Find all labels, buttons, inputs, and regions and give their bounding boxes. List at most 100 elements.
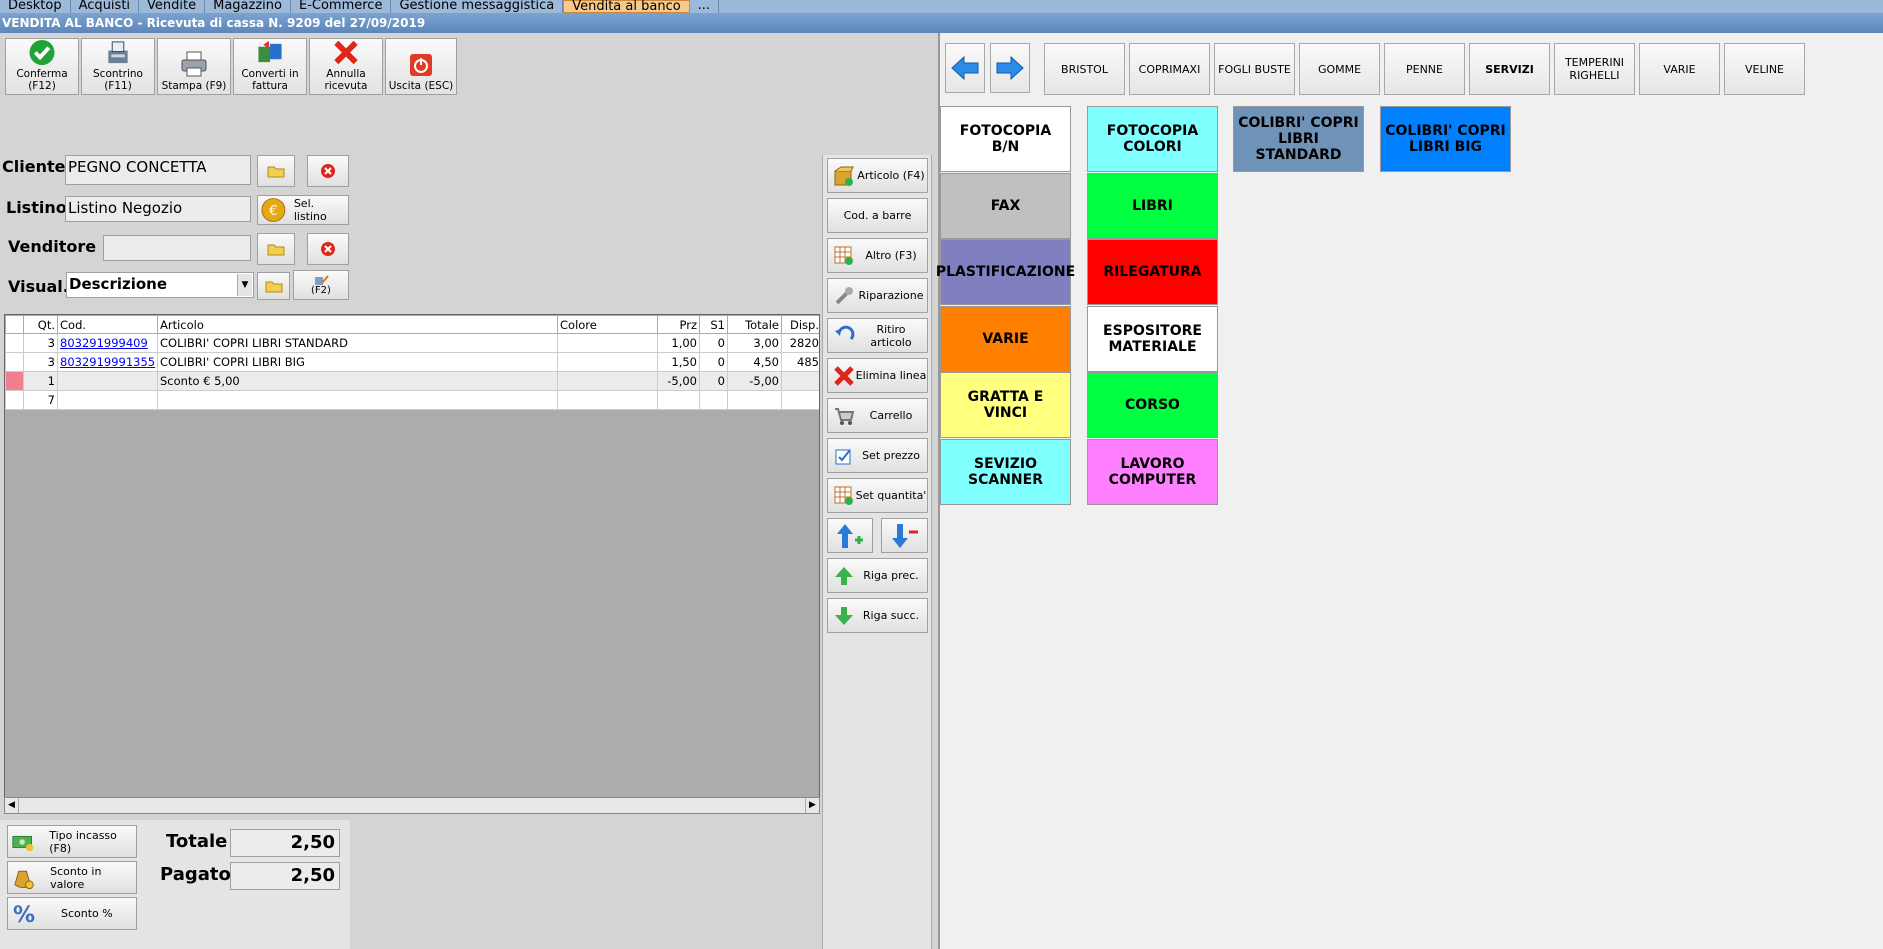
cell-totale[interactable]: 3,00 xyxy=(727,333,782,353)
cell-s1[interactable]: 0 xyxy=(699,371,728,391)
category-penne[interactable]: PENNE xyxy=(1384,43,1465,95)
tab-desktop[interactable]: Desktop xyxy=(0,0,71,13)
cell-totale[interactable]: -5,00 xyxy=(727,371,782,391)
cell-articolo[interactable]: COLIBRI' COPRI LIBRI BIG xyxy=(157,352,558,372)
product-varie[interactable]: VARIE xyxy=(940,306,1071,372)
cell-qt[interactable]: 1 xyxy=(23,371,58,391)
product-sevizio-scanner[interactable]: SEVIZIO SCANNER xyxy=(940,439,1071,505)
cliente-clear-button[interactable] xyxy=(307,155,349,187)
increase-quantity-button[interactable] xyxy=(827,518,873,553)
cell-totale[interactable]: 4,50 xyxy=(727,352,782,372)
category-bristol[interactable]: BRISTOL xyxy=(1044,43,1125,95)
ritiro-articolo-button[interactable]: Ritiro articolo xyxy=(827,318,928,353)
cell-prz[interactable]: 1,00 xyxy=(657,333,700,353)
category-coprimaxi[interactable]: COPRIMAXI xyxy=(1129,43,1210,95)
venditore-clear-button[interactable] xyxy=(307,233,349,265)
table-row[interactable]: 1 Sconto € 5,00 -5,00 0 -5,00 xyxy=(5,371,819,391)
cell-qt[interactable]: 7 xyxy=(23,390,58,410)
category-temperini-righelli[interactable]: TEMPERINI RIGHELLI xyxy=(1554,43,1635,95)
stampa-button[interactable]: Stampa (F9) xyxy=(157,38,231,95)
tab-acquisti[interactable]: Acquisti xyxy=(71,0,140,13)
cell-colore[interactable] xyxy=(557,352,658,372)
cell-totale[interactable] xyxy=(727,390,782,410)
cell-disp[interactable]: 2820 xyxy=(781,333,819,353)
listino-field[interactable]: Listino Negozio xyxy=(65,196,251,222)
cod-link[interactable]: 8032919991355 xyxy=(60,355,155,369)
articolo-button[interactable]: Articolo (F4) xyxy=(827,158,928,193)
cliente-browse-button[interactable] xyxy=(257,155,295,187)
cell-cod[interactable] xyxy=(57,371,158,391)
table-row[interactable]: 7 xyxy=(5,390,819,410)
category-gomme[interactable]: GOMME xyxy=(1299,43,1380,95)
altro-button[interactable]: Altro (F3) xyxy=(827,238,928,273)
tipo-incasso-button[interactable]: Tipo incasso (F8) xyxy=(7,825,137,858)
category-prev-button[interactable] xyxy=(945,43,985,93)
converti-fattura-button[interactable]: Converti in fattura xyxy=(233,38,307,95)
tab-e-commerce[interactable]: E-Commerce xyxy=(291,0,392,13)
f2-button[interactable]: (F2) xyxy=(293,270,349,300)
sel-listino-button[interactable]: € Sel. listino xyxy=(257,195,349,225)
riga-succ-button[interactable]: Riga succ. xyxy=(827,598,928,633)
cell-cod[interactable]: 8032919991355 xyxy=(57,352,158,372)
venditore-field[interactable] xyxy=(103,235,251,261)
col-header-disp[interactable]: Disp. xyxy=(781,315,819,334)
scontrino-button[interactable]: Scontrino (F11) xyxy=(81,38,155,95)
cell-articolo[interactable]: Sconto € 5,00 xyxy=(157,371,558,391)
chevron-down-icon[interactable]: ▼ xyxy=(237,274,252,296)
cell-prz[interactable]: 1,50 xyxy=(657,352,700,372)
category-veline[interactable]: VELINE xyxy=(1724,43,1805,95)
decrease-quantity-button[interactable] xyxy=(881,518,928,553)
visual-select[interactable]: Descrizione ▼ xyxy=(66,272,254,298)
col-header-totale[interactable]: Totale xyxy=(727,315,782,334)
cell-qt[interactable]: 3 xyxy=(23,352,58,372)
category-fogli-buste[interactable]: FOGLI BUSTE xyxy=(1214,43,1295,95)
cell-disp[interactable] xyxy=(781,371,819,391)
product-corso[interactable]: CORSO xyxy=(1087,372,1218,438)
cell-colore[interactable] xyxy=(557,333,658,353)
category-varie[interactable]: VARIE xyxy=(1639,43,1720,95)
product-libri[interactable]: LIBRI xyxy=(1087,173,1218,239)
col-header-s1[interactable]: S1 xyxy=(699,315,728,334)
scroll-right-arrow-icon[interactable]: ▶ xyxy=(805,798,819,813)
sconto-percentuale-button[interactable]: % Sconto % xyxy=(7,897,137,930)
riparazione-button[interactable]: Riparazione xyxy=(827,278,928,313)
product-fotocopia-bn[interactable]: FOTOCOPIA B/N xyxy=(940,106,1071,172)
col-header-articolo[interactable]: Articolo xyxy=(157,315,558,334)
col-header-colore[interactable]: Colore xyxy=(557,315,658,334)
cell-colore[interactable] xyxy=(557,371,658,391)
set-quantita-button[interactable]: Set quantita' xyxy=(827,478,928,513)
cell-s1[interactable] xyxy=(699,390,728,410)
conferma-button[interactable]: Conferma (F12) xyxy=(5,38,79,95)
cliente-field[interactable]: PEGNO CONCETTA xyxy=(65,155,251,185)
category-servizi[interactable]: SERVIZI xyxy=(1469,43,1550,95)
cell-s1[interactable]: 0 xyxy=(699,352,728,372)
tab-magazzino[interactable]: Magazzino xyxy=(205,0,291,13)
product-fax[interactable]: FAX xyxy=(940,173,1071,239)
visual-browse-button[interactable] xyxy=(257,272,290,300)
grid-horizontal-scrollbar[interactable]: ◀ ▶ xyxy=(4,797,820,814)
cell-articolo[interactable]: COLIBRI' COPRI LIBRI STANDARD xyxy=(157,333,558,353)
sconto-valore-button[interactable]: Sconto in valore xyxy=(7,861,137,894)
table-row[interactable]: 3 8032919991355 COLIBRI' COPRI LIBRI BIG… xyxy=(5,352,819,372)
cell-prz[interactable]: -5,00 xyxy=(657,371,700,391)
cell-articolo[interactable] xyxy=(157,390,558,410)
cell-disp[interactable] xyxy=(781,390,819,410)
tab-vendite[interactable]: Vendite xyxy=(139,0,206,13)
tab-more[interactable]: ... xyxy=(690,0,720,13)
col-header-cod[interactable]: Cod. xyxy=(57,315,158,334)
product-rilegatura[interactable]: RILEGATURA xyxy=(1087,239,1218,305)
product-gratta-e-vinci[interactable]: GRATTA E VINCI xyxy=(940,372,1071,438)
uscita-button[interactable]: Uscita (ESC) xyxy=(385,38,457,95)
cell-disp[interactable]: 485 xyxy=(781,352,819,372)
col-header-prz[interactable]: Prz xyxy=(657,315,700,334)
elimina-linea-button[interactable]: Elimina linea xyxy=(827,358,928,393)
carrello-button[interactable]: Carrello xyxy=(827,398,928,433)
product-fotocopia-colori[interactable]: FOTOCOPIA COLORI xyxy=(1087,106,1218,172)
tab-vendita-al-banco[interactable]: Vendita al banco xyxy=(563,0,690,13)
annulla-ricevuta-button[interactable]: Annulla ricevuta xyxy=(309,38,383,95)
product-colibri-big[interactable]: COLIBRI' COPRI LIBRI BIG xyxy=(1380,106,1511,172)
product-lavoro-computer[interactable]: LAVORO COMPUTER xyxy=(1087,439,1218,505)
category-next-button[interactable] xyxy=(990,43,1030,93)
riga-prec-button[interactable]: Riga prec. xyxy=(827,558,928,593)
cell-cod[interactable]: 803291999409 xyxy=(57,333,158,353)
